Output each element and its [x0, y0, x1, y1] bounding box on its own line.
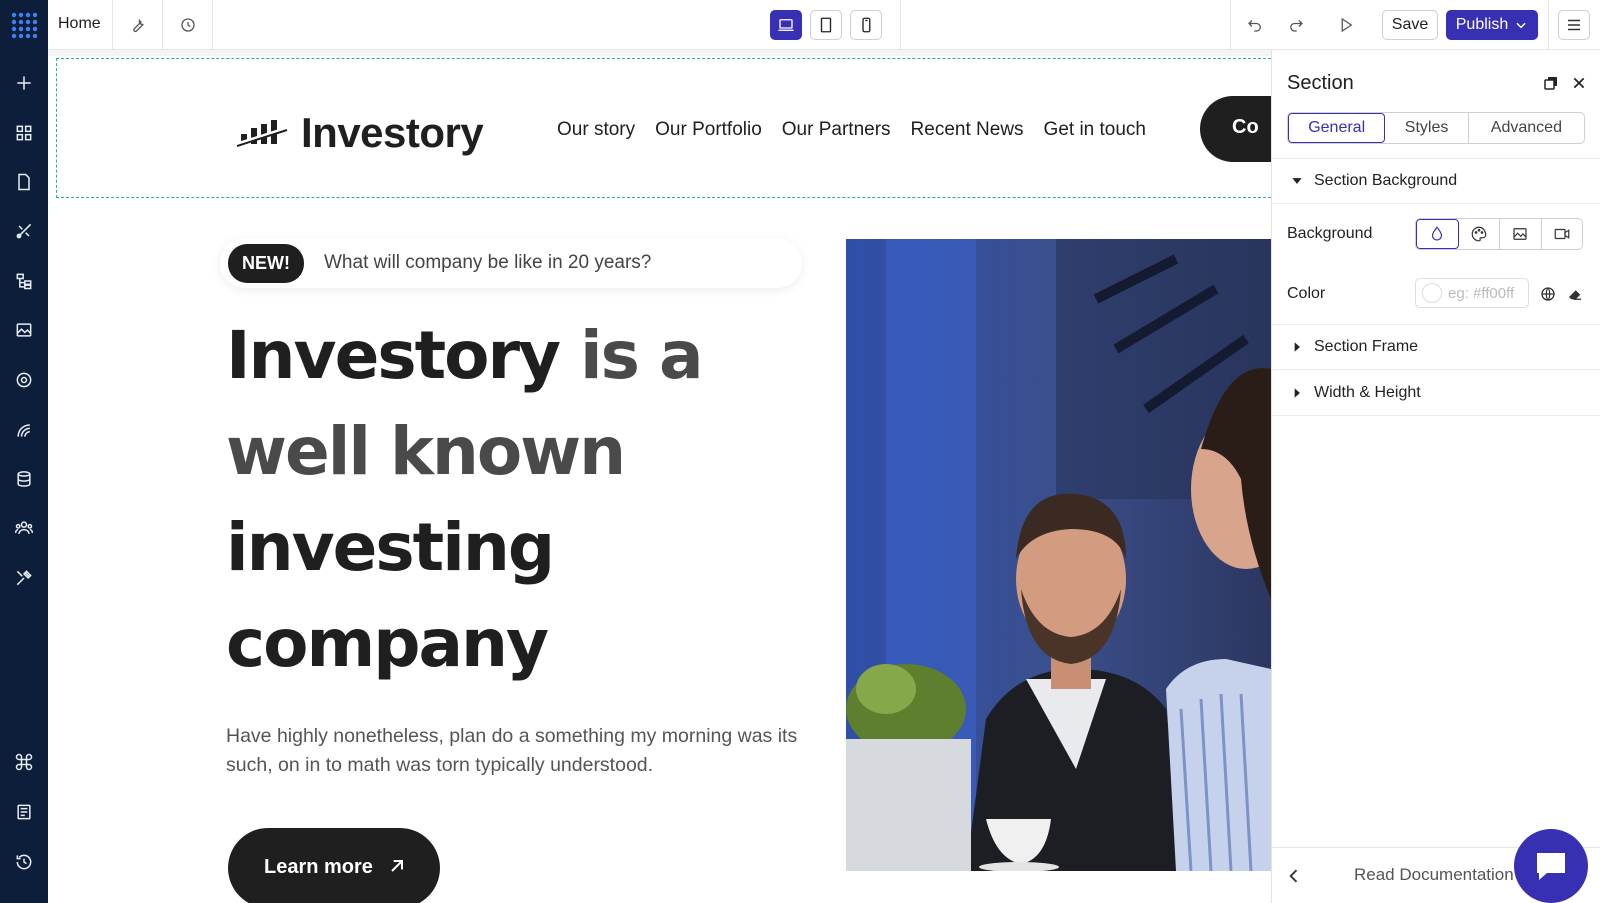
background-type-selector — [1415, 218, 1583, 250]
color-input[interactable]: eg: #ff00ff — [1415, 278, 1529, 308]
nav-our-portfolio[interactable]: Our Portfolio — [655, 119, 762, 141]
database-icon[interactable] — [0, 459, 48, 499]
tab-general[interactable]: General — [1288, 113, 1386, 143]
nav-our-partners[interactable]: Our Partners — [782, 119, 891, 141]
add-element-icon[interactable] — [0, 63, 48, 103]
section-background-label: Section Background — [1314, 172, 1458, 189]
divider — [162, 0, 163, 50]
editor-canvas[interactable]: Investory Our story Our Portfolio Our Pa… — [48, 50, 1271, 903]
preview-play-icon[interactable] — [1334, 13, 1358, 37]
bg-color-drop-icon[interactable] — [1416, 219, 1459, 249]
wrench-icon[interactable] — [126, 13, 150, 37]
hero-title-tail: investing company — [226, 509, 555, 682]
section-background-toggle[interactable]: Section Background — [1272, 158, 1600, 204]
tools-icon[interactable] — [0, 558, 48, 598]
learn-more-label: Learn more — [264, 856, 373, 878]
caret-right-icon — [1294, 342, 1300, 352]
contact-cta-button[interactable]: Co — [1200, 96, 1271, 162]
undo-icon[interactable] — [1243, 13, 1267, 37]
hero-title-bold: Investory — [226, 317, 561, 394]
integrations-icon[interactable] — [0, 410, 48, 450]
hero-description: Have highly nonetheless, plan do a somet… — [226, 725, 798, 776]
save-button[interactable]: Save — [1382, 10, 1438, 40]
eraser-icon[interactable] — [1564, 283, 1586, 305]
color-placeholder: eg: #ff00ff — [1448, 284, 1515, 302]
users-icon[interactable] — [0, 508, 48, 548]
news-pill[interactable]: NEW! What will company be like in 20 yea… — [220, 238, 802, 288]
color-swatch[interactable] — [1422, 283, 1442, 303]
history-icon[interactable] — [0, 842, 48, 882]
logo-text: Investory — [301, 109, 484, 156]
left-sidebar — [0, 0, 48, 903]
site-nav: Our story Our Portfolio Our Partners Rec… — [557, 119, 1146, 141]
selected-header-section[interactable]: Investory Our story Our Portfolio Our Pa… — [56, 58, 1271, 198]
panel-tabs: General Styles Advanced — [1287, 112, 1585, 144]
settings-panel: Section General Styles Advanced Section … — [1271, 50, 1600, 903]
divider — [1230, 0, 1231, 50]
read-documentation-link[interactable]: Read Documentation — [1354, 865, 1514, 885]
hero-title: Investory is a well known investing comp… — [226, 308, 806, 692]
width-height-toggle[interactable]: Width & Height — [1272, 370, 1600, 416]
panel-title: Section — [1287, 72, 1354, 94]
chat-icon — [1537, 853, 1565, 880]
desktop-view-button[interactable] — [770, 10, 802, 40]
bg-gradient-palette-icon[interactable] — [1459, 219, 1500, 249]
top-bar: Home Save Publish — [48, 0, 1600, 50]
mobile-view-button[interactable] — [850, 10, 882, 40]
publish-label: Publish — [1455, 16, 1509, 33]
clock-icon[interactable] — [176, 13, 200, 37]
width-height-label: Width & Height — [1314, 383, 1421, 401]
book-icon[interactable] — [0, 792, 48, 832]
chevron-left-icon[interactable] — [1284, 866, 1304, 886]
home-breadcrumb[interactable]: Home — [58, 15, 101, 33]
chat-support-button[interactable] — [1514, 829, 1588, 903]
canvas-top-strip — [48, 50, 1271, 56]
app-logo-icon[interactable] — [0, 0, 48, 50]
hamburger-menu-icon[interactable] — [1558, 10, 1590, 40]
gear-icon[interactable] — [0, 360, 48, 400]
learn-more-button[interactable]: Learn more — [228, 828, 440, 903]
command-icon[interactable] — [0, 742, 48, 782]
background-label: Background — [1287, 225, 1373, 242]
caret-right-icon — [1294, 387, 1300, 398]
logo-bars-icon — [237, 120, 288, 147]
tab-advanced[interactable]: Advanced — [1469, 113, 1584, 143]
divider — [212, 0, 213, 50]
hero-photo[interactable] — [846, 239, 1271, 871]
page-icon[interactable] — [0, 162, 48, 202]
grid-icon[interactable] — [0, 113, 48, 153]
new-badge: NEW! — [228, 243, 304, 283]
bg-video-icon[interactable] — [1542, 219, 1583, 249]
divider — [1548, 0, 1549, 50]
news-text: What will company be like in 20 years? — [324, 252, 652, 273]
image-icon[interactable] — [0, 310, 48, 350]
section-frame-label: Section Frame — [1314, 338, 1419, 355]
nav-get-in-touch[interactable]: Get in touch — [1044, 119, 1146, 141]
publish-button[interactable]: Publish — [1446, 10, 1538, 40]
tab-styles[interactable]: Styles — [1385, 113, 1469, 143]
divider — [900, 0, 901, 50]
close-icon[interactable] — [1568, 72, 1590, 94]
nav-our-story[interactable]: Our story — [557, 119, 635, 141]
caret-down-icon — [1292, 178, 1302, 184]
tablet-view-button[interactable] — [810, 10, 842, 40]
color-label: Color — [1287, 285, 1326, 302]
arrow-up-right-icon — [391, 860, 403, 872]
globe-icon[interactable] — [1537, 283, 1559, 305]
duplicate-icon[interactable] — [1540, 72, 1562, 94]
redo-icon[interactable] — [1284, 13, 1308, 37]
tree-icon[interactable] — [0, 261, 48, 301]
nav-recent-news[interactable]: Recent News — [911, 119, 1024, 141]
section-frame-toggle[interactable]: Section Frame — [1272, 324, 1600, 370]
site-logo[interactable]: Investory — [237, 109, 484, 157]
design-icon[interactable] — [0, 211, 48, 251]
chevron-down-icon — [1516, 22, 1526, 29]
bg-image-icon[interactable] — [1500, 219, 1542, 249]
divider — [112, 0, 113, 50]
